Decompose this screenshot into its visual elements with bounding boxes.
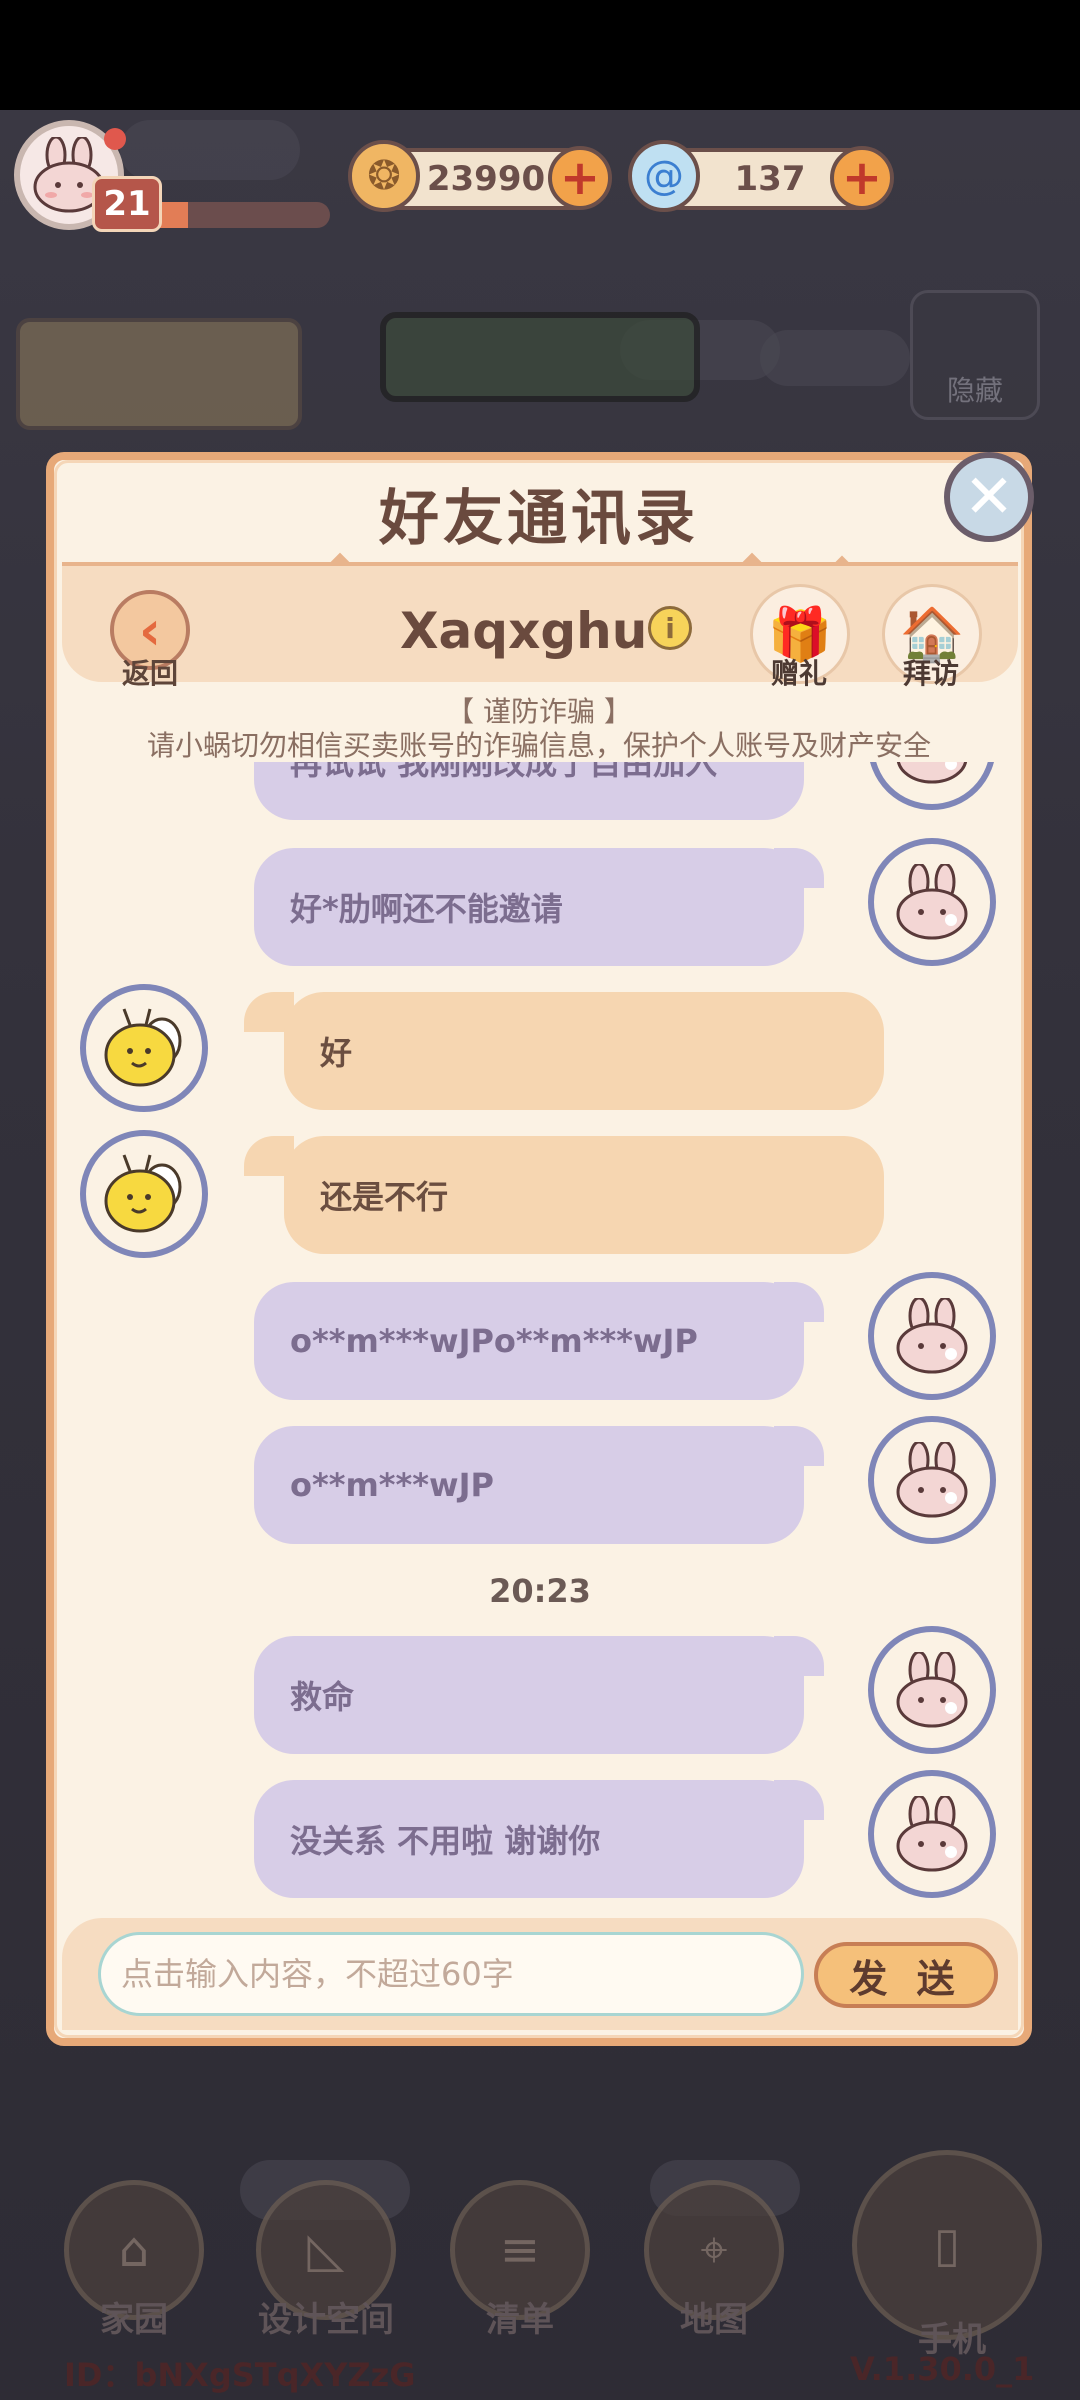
status-bar [0,0,1080,110]
message-bubble-friend: 还是不行 [284,1136,884,1254]
message-bubble-me: o**m***wJP [254,1426,804,1544]
message-bubble-me: 没关系 不用啦 谢谢你 [254,1780,804,1898]
my-avatar [868,1770,996,1898]
my-avatar [868,1272,996,1400]
fraud-warning-text: 请小蜗切勿相信买卖账号的诈骗信息，保护个人账号及财产安全 [146,729,931,762]
nav-home-label: 家园 [100,2300,168,2340]
close-button[interactable]: ✕ [944,452,1034,542]
chat-timestamp: 20:23 [489,1572,591,1610]
bee-avatar-icon [104,1154,182,1233]
message-input[interactable] [98,1932,804,2016]
bee-avatar-icon [104,1008,182,1087]
add-coins-button[interactable]: + [548,146,612,210]
bunny-avatar-icon [896,762,968,784]
phone-icon: ▯ [933,2217,961,2273]
my-avatar [868,1416,996,1544]
message-bubble-me: 再试试 我刚刚改成了自由加入 [254,762,804,820]
notification-dot [104,128,126,150]
my-avatar [868,762,996,810]
visit-label: 拜访 [902,657,959,690]
message-bubble-me: o**m***wJPo**m***wJP [254,1282,804,1400]
back-label: 返回 [121,657,178,690]
dialog-title: 好友通讯录 [379,483,699,554]
my-avatar [868,1626,996,1754]
bunny-avatar-icon [896,864,968,940]
nav-map-label: 地图 [680,2300,748,2340]
info-icon[interactable]: i [648,606,692,650]
swirl-gem-icon: @ [628,140,700,212]
bunny-avatar-icon [896,1442,968,1518]
send-button[interactable]: 发 送 [814,1942,998,2008]
ruler-icon: ◺ [307,2222,345,2278]
coin-icon: ❂ [348,140,420,212]
chat-message-list[interactable]: 再试试 我刚刚改成了自由加入 好*肋啊还不能邀请 好 还是不行 o**m***w… [62,762,1018,1912]
house-icon: ⌂ [118,2222,150,2278]
level-badge: 21 [92,176,162,232]
gift-label: 赠礼 [770,657,827,690]
bunny-avatar-icon [896,1796,968,1872]
message-bubble-friend: 好 [284,992,884,1110]
bunny-avatar-icon [896,1652,968,1728]
user-id: ID：bNXgSTqXYZzG [64,2356,416,2394]
list-icon: ≡ [499,2222,541,2278]
map-pin-icon: ⌖ [700,2221,728,2278]
friend-avatar[interactable] [80,1130,208,1258]
app-version: V.1.30.0_1 [850,2350,1035,2388]
bunny-avatar-icon [896,1298,968,1374]
xp-bar [140,202,330,228]
hide-button[interactable]: 隐藏 [910,290,1040,420]
friend-avatar[interactable] [80,984,208,1112]
nav-list-label: 清单 [486,2300,554,2340]
close-icon: ✕ [963,462,1015,532]
my-avatar [868,838,996,966]
message-bubble-me: 好*肋啊还不能邀请 [254,848,804,966]
event-banner[interactable] [16,318,302,430]
friend-name: Xaqxghu [400,602,648,660]
scene-preview [380,312,700,402]
message-bubble-me: 救命 [254,1636,804,1754]
nav-design-label: 设计空间 [258,2300,394,2340]
add-gems-button[interactable]: + [830,146,894,210]
